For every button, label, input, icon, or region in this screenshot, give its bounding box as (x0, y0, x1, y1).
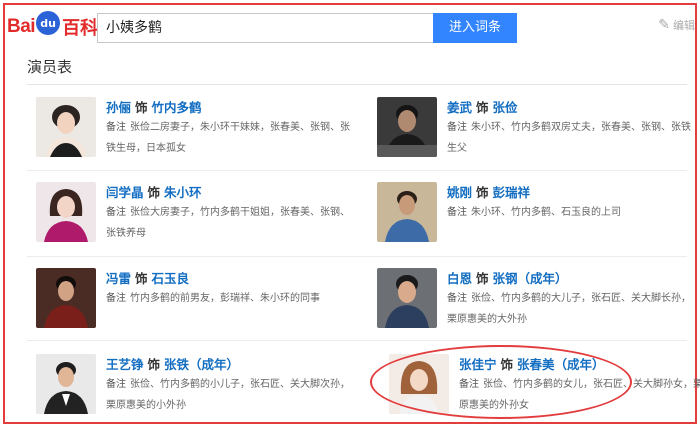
note-text: 张俭、竹内多鹤的大儿子，张石匠、关大脚长孙，栗原惠美的大外孙 (447, 293, 691, 325)
cast-card: 姜武饰张俭 备注 朱小环、竹内多鹤双房丈夫，张春美、张钢、张铁生父 (377, 97, 697, 169)
cast-name-line: 闫学晶饰朱小环 (106, 182, 202, 201)
header-bar: Bai du 百科 小姨多鹤 进入词条 ✎ 编辑 (5, 5, 695, 50)
search-input[interactable]: 小姨多鹤 (97, 13, 433, 43)
cast-note: 备注 张俭、竹内多鹤的小儿子，张石匠、关大脚次孙，栗原惠美的小外孙 (106, 374, 356, 416)
cast-note: 备注 朱小环、竹内多鹤双房丈夫，张春美、张钢、张铁生父 (447, 117, 697, 159)
plays-label: 饰 (135, 271, 148, 286)
actor-link[interactable]: 姚刚 (447, 185, 472, 200)
cast-name-line: 姚刚饰彭瑞祥 (447, 182, 530, 201)
note-label: 备注 (106, 207, 126, 218)
cast-name-line: 白恩饰张钢（成年） (447, 268, 568, 287)
actor-link[interactable]: 冯雷 (106, 271, 131, 286)
role-link[interactable]: 张钢（成年） (493, 271, 568, 286)
cast-name-line: 姜武饰张俭 (447, 97, 518, 116)
logo-text-baike: 百科 (62, 18, 99, 39)
actor-link[interactable]: 王艺铮 (106, 357, 144, 372)
cast-name-line: 孙俪饰竹内多鹤 (106, 97, 202, 116)
note-text: 张俭、竹内多鹤的小儿子，张石匠、关大脚次孙，栗原惠美的小外孙 (106, 379, 350, 411)
pencil-icon: ✎ (658, 17, 670, 33)
cast-name-line: 王艺铮饰张铁（成年） (106, 354, 239, 373)
actor-photo[interactable] (36, 268, 96, 328)
plays-label: 饰 (476, 185, 489, 200)
role-link[interactable]: 彭瑞祥 (493, 185, 531, 200)
actor-link[interactable]: 闫学晶 (106, 185, 144, 200)
cast-name-line: 冯雷饰石玉良 (106, 268, 189, 287)
baidu-baike-logo[interactable]: Bai du 百科 (7, 11, 99, 41)
note-text: 张俭二房妻子，朱小环干妹妹，张春美、张钢、张铁生母，日本孤女 (106, 122, 350, 154)
cast-note: 备注 张俭大房妻子，竹内多鹤干姐姐，张春美、张钢、张铁养母 (106, 202, 356, 244)
note-label: 备注 (447, 207, 467, 218)
note-text: 朱小环、竹内多鹤、石玉良的上司 (471, 207, 621, 218)
note-label: 备注 (106, 379, 126, 390)
note-label: 备注 (447, 122, 467, 133)
cast-card: 姚刚饰彭瑞祥 备注 朱小环、竹内多鹤、石玉良的上司 (377, 182, 697, 254)
highlight-ellipse (370, 345, 632, 419)
actor-photo[interactable] (377, 268, 437, 328)
plays-label: 饰 (135, 100, 148, 115)
row-divider (27, 170, 687, 171)
cast-card: 冯雷饰石玉良 备注 竹内多鹤的前男友，彭瑞祥、朱小环的同事 (36, 268, 356, 340)
role-link[interactable]: 竹内多鹤 (152, 100, 202, 115)
enter-entry-button[interactable]: 进入词条 (433, 13, 517, 43)
actor-photo[interactable] (36, 97, 96, 157)
cast-card: 白恩饰张钢（成年） 备注 张俭、竹内多鹤的大儿子，张石匠、关大脚长孙，栗原惠美的大… (377, 268, 697, 340)
section-divider (27, 84, 687, 85)
note-label: 备注 (106, 293, 126, 304)
note-text: 张俭大房妻子，竹内多鹤干姐姐，张春美、张钢、张铁养母 (106, 207, 350, 239)
actor-link[interactable]: 姜武 (447, 100, 472, 115)
actor-link[interactable]: 孙俪 (106, 100, 131, 115)
edit-label: 编辑 (673, 19, 695, 32)
role-link[interactable]: 朱小环 (164, 185, 202, 200)
actor-photo[interactable] (377, 182, 437, 242)
plays-label: 饰 (476, 271, 489, 286)
plays-label: 饰 (476, 100, 489, 115)
cast-note: 备注 竹内多鹤的前男友，彭瑞祥、朱小环的同事 (106, 288, 356, 309)
actor-photo[interactable] (377, 97, 437, 157)
edit-button[interactable]: ✎ 编辑 (658, 17, 695, 33)
row-divider (27, 340, 687, 341)
cast-card: 王艺铮饰张铁（成年） 备注 张俭、竹内多鹤的小儿子，张石匠、关大脚次孙，栗原惠美的… (36, 354, 356, 426)
actor-link[interactable]: 白恩 (447, 271, 472, 286)
note-text: 朱小环、竹内多鹤双房丈夫，张春美、张钢、张铁生父 (447, 122, 691, 154)
actor-photo[interactable] (36, 354, 96, 414)
row-divider (27, 256, 687, 257)
role-link[interactable]: 石玉良 (152, 271, 190, 286)
section-title: 演员表 (27, 58, 73, 76)
note-text: 竹内多鹤的前男友，彭瑞祥、朱小环的同事 (130, 293, 320, 304)
logo-text-bai: Bai (7, 16, 36, 37)
note-label: 备注 (106, 122, 126, 133)
actor-photo[interactable] (36, 182, 96, 242)
cast-note: 备注 张俭二房妻子，朱小环干妹妹，张春美、张钢、张铁生母，日本孤女 (106, 117, 356, 159)
note-label: 备注 (447, 293, 467, 304)
role-link[interactable]: 张俭 (493, 100, 518, 115)
plays-label: 饰 (147, 357, 161, 372)
cast-card: 闫学晶饰朱小环 备注 张俭大房妻子，竹内多鹤干姐姐，张春美、张钢、张铁养母 (36, 182, 356, 254)
cast-note: 备注 朱小环、竹内多鹤、石玉良的上司 (447, 202, 697, 223)
cast-note: 备注 张俭、竹内多鹤的大儿子，张石匠、关大脚长孙，栗原惠美的大外孙 (447, 288, 697, 330)
plays-label: 饰 (147, 185, 161, 200)
role-link[interactable]: 张铁（成年） (164, 357, 239, 372)
logo-paw-icon: du (36, 11, 61, 35)
cast-card: 孙俪饰竹内多鹤 备注 张俭二房妻子，朱小环干妹妹，张春美、张钢、张铁生母，日本孤女 (36, 97, 356, 169)
